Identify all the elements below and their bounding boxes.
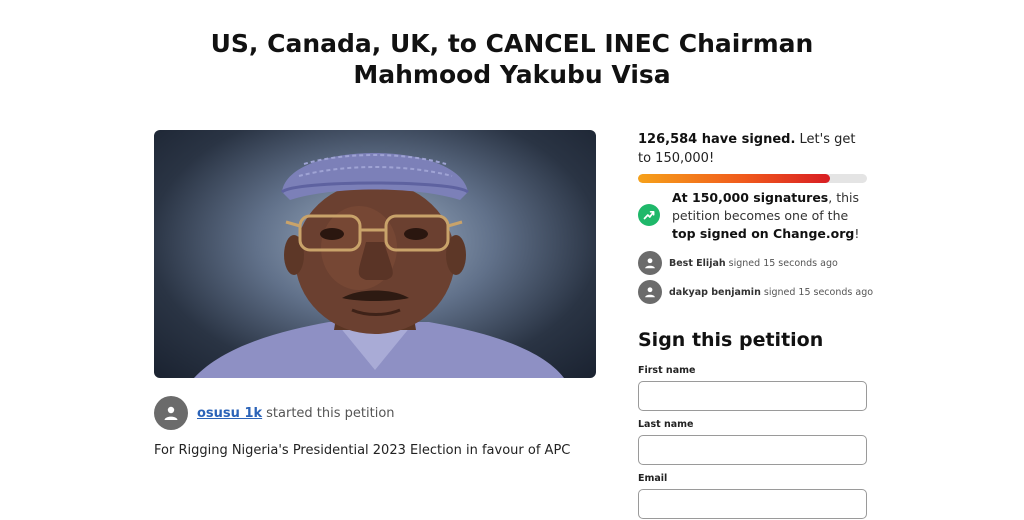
page-title: US, Canada, UK, to CANCEL INEC Chairman … (210, 29, 814, 89)
email-field[interactable] (638, 489, 867, 519)
author-avatar (154, 396, 188, 430)
milestone-bold: At 150,000 signatures (672, 190, 829, 205)
recent-signer-item: Best Elijah signed 15 seconds ago (638, 251, 868, 275)
signature-progress-fill (638, 174, 831, 183)
trending-up-icon (638, 204, 660, 226)
petition-description: For Rigging Nigeria's Presidential 2023 … (154, 443, 571, 458)
petition-author-row: osusu 1k started this petition (154, 396, 395, 430)
last-name-field[interactable] (638, 435, 867, 465)
first-name-label: First name (638, 365, 696, 376)
signer-action: signed 15 seconds ago (728, 257, 838, 269)
signer-name: dakyap benjamin (669, 286, 761, 298)
author-link[interactable]: osusu 1k (197, 406, 262, 421)
milestone-end: ! (854, 226, 860, 241)
signed-count-text: 126,584 have signed. (638, 132, 796, 147)
recent-signers-list: Best Elijah signed 15 seconds ago dakyap… (638, 251, 873, 304)
signer-avatar (638, 280, 662, 304)
first-name-field[interactable] (638, 381, 867, 411)
signer-name: Best Elijah (669, 257, 726, 269)
recent-signer-item: dakyap benjamin signed 15 seconds ago (638, 280, 873, 304)
signature-count: 126,584 have signed. Let's get to 150,00… (638, 130, 868, 168)
user-icon (645, 287, 655, 298)
last-name-label: Last name (638, 419, 694, 430)
sign-form-heading: Sign this petition (638, 329, 824, 351)
petition-photo (154, 130, 596, 378)
signer-avatar (638, 251, 662, 275)
signature-progress-bar (638, 174, 867, 183)
user-icon (164, 406, 178, 420)
signature-sidebar: 126,584 have signed. Let's get to 150,00… (638, 130, 873, 309)
signer-action: signed 15 seconds ago (763, 286, 874, 298)
signer-text: dakyap benjamin signed 15 seconds ago (669, 287, 873, 298)
milestone-text: At 150,000 signatures, this petition bec… (672, 189, 868, 243)
email-label: Email (638, 473, 668, 484)
milestone-note: At 150,000 signatures, this petition bec… (638, 189, 868, 243)
signer-text: Best Elijah signed 15 seconds ago (669, 258, 838, 269)
user-icon (645, 258, 655, 269)
milestone-bold-2: top signed on Change.org (672, 226, 855, 241)
author-action-text: started this petition (266, 405, 395, 421)
